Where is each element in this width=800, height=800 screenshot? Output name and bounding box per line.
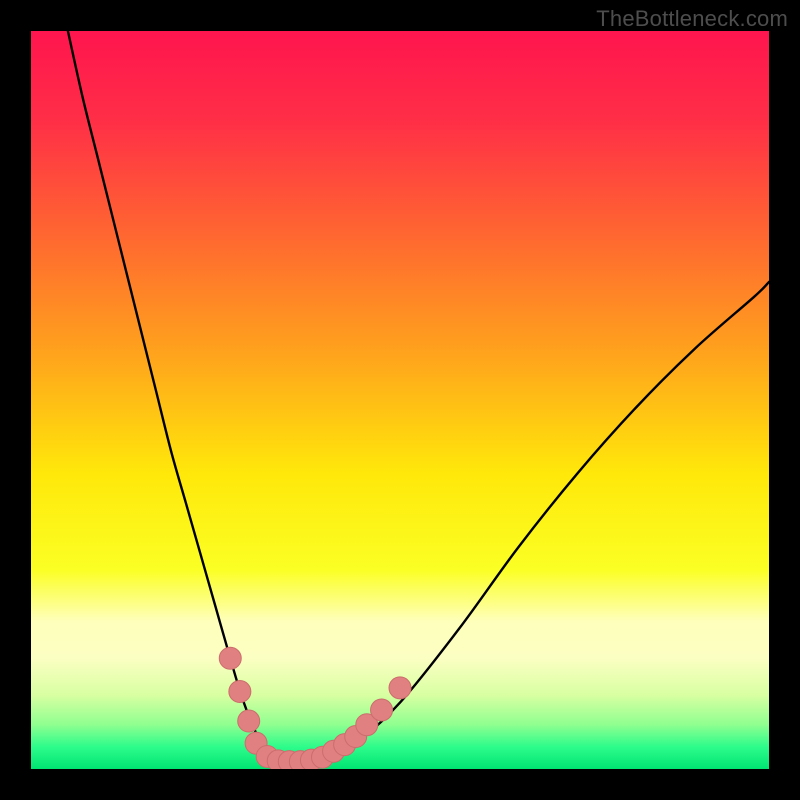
curve-marker — [371, 699, 393, 721]
watermark-label: TheBottleneck.com — [596, 6, 788, 32]
curve-marker — [389, 677, 411, 699]
chart-svg — [31, 31, 769, 769]
plot-area — [31, 31, 769, 769]
curve-marker — [219, 647, 241, 669]
bottleneck-curve — [68, 31, 769, 762]
curve-marker — [238, 710, 260, 732]
chart-frame: TheBottleneck.com — [0, 0, 800, 800]
curve-markers — [219, 647, 411, 769]
curve-marker — [229, 681, 251, 703]
